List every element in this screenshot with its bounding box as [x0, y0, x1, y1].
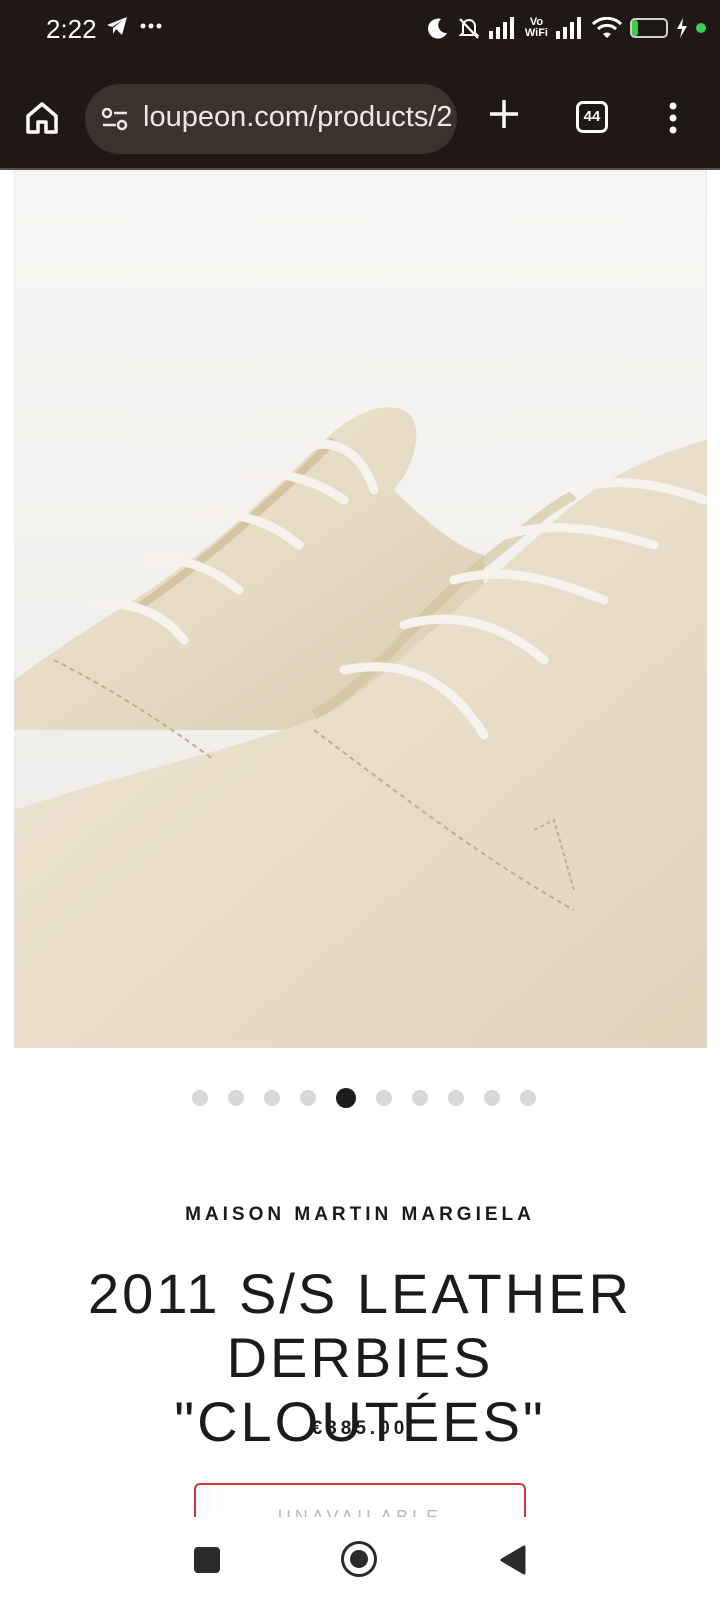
product-price: €385.00	[311, 1418, 409, 1439]
carousel-dot[interactable]	[264, 1090, 280, 1106]
carousel-dot[interactable]	[484, 1090, 500, 1106]
new-tab-plus-icon[interactable]	[484, 94, 524, 134]
carousel-dot[interactable]	[228, 1090, 244, 1106]
telegram-icon	[107, 17, 127, 35]
system-nav-bar	[0, 1517, 720, 1601]
battery-icon: 19	[630, 18, 668, 38]
vowifi-line2: WiFi	[524, 27, 548, 39]
status-time: 2:22	[46, 14, 97, 44]
product-title-line1: 2011 S/S LEATHER	[88, 1262, 632, 1325]
carousel-dot[interactable]	[300, 1090, 316, 1106]
carousel-dot[interactable]	[376, 1090, 392, 1106]
home-icon[interactable]	[22, 98, 62, 138]
bell-off-icon	[458, 18, 480, 39]
url-text: loupeon.com/products/2	[143, 101, 453, 133]
site-settings-icon[interactable]	[101, 106, 129, 132]
status-left-icons	[106, 16, 162, 36]
tabs-icon[interactable]: 44	[576, 101, 608, 133]
carousel-dot[interactable]	[412, 1090, 428, 1106]
carousel-dot[interactable]	[336, 1088, 356, 1108]
carousel-dot[interactable]	[192, 1090, 208, 1106]
recents-square-icon[interactable]	[194, 1547, 220, 1573]
browser-toolbar: loupeon.com/products/2 44	[0, 64, 720, 170]
carousel-indicators	[0, 1088, 720, 1108]
vowifi-icon: Vo WiFi	[525, 17, 548, 39]
home-circle-inner	[350, 1550, 368, 1568]
product-image[interactable]	[14, 170, 707, 1048]
product-vendor[interactable]: MAISON MARTIN MARGIELA	[0, 1204, 720, 1226]
carousel-dot[interactable]	[520, 1090, 536, 1106]
address-bar[interactable]: loupeon.com/products/2	[85, 84, 457, 154]
home-circle-icon[interactable]	[341, 1541, 377, 1577]
signal-icon	[488, 17, 514, 39]
overflow-menu-icon[interactable]	[663, 98, 683, 138]
shoes-photo	[14, 170, 707, 1048]
status-right-icons: Vo WiFi 19	[427, 16, 706, 40]
battery-level: 19	[640, 19, 658, 36]
charging-icon	[677, 18, 687, 38]
carousel-dot[interactable]	[448, 1090, 464, 1106]
moon-icon	[427, 18, 447, 39]
privacy-indicator-dot	[696, 23, 706, 33]
signal-icon	[556, 17, 581, 39]
back-triangle-icon[interactable]	[500, 1545, 526, 1575]
status-bar: 2:22 Vo WiFi 19	[0, 0, 720, 64]
more-dots-icon	[140, 23, 162, 29]
wifi-icon	[592, 17, 622, 38]
